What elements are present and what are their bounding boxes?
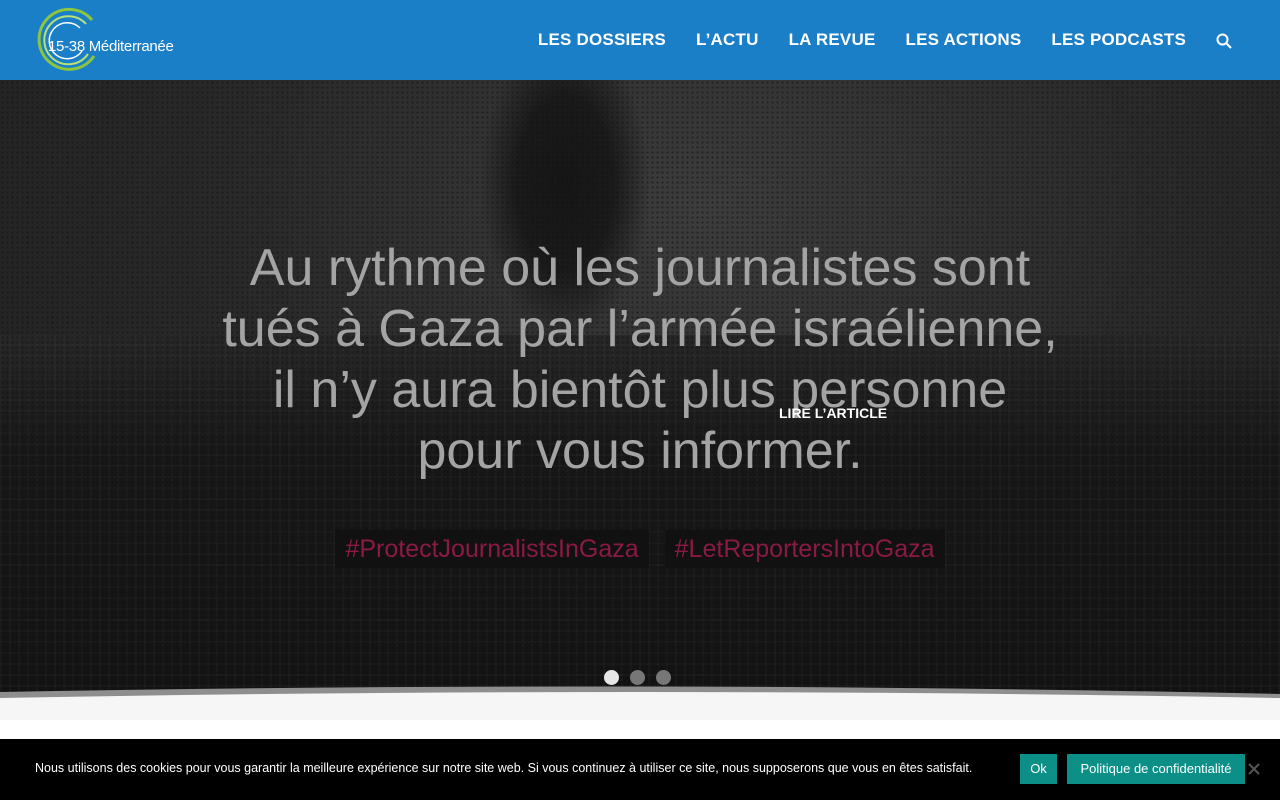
cookie-message: Nous utilisons des cookies pour vous gar…	[35, 761, 973, 775]
hero-hashtags: #ProtectJournalistsInGaza #LetReportersI…	[0, 530, 1280, 568]
hero-headline: Au rythme où les journalistes sont tués …	[180, 238, 1100, 482]
site-logo[interactable]: 15-38 Méditerranée	[34, 6, 224, 74]
hashtag-let-reporters: #LetReportersIntoGaza	[664, 530, 945, 568]
headline-line: il n’y aura bientôt plus personne	[272, 361, 1008, 419]
close-icon[interactable]	[1248, 762, 1260, 775]
read-article-link[interactable]: LIRE L’ARTICLE	[779, 405, 887, 421]
main-nav: LES DOSSIERS L’ACTU LA REVUE LES ACTIONS…	[508, 0, 1232, 80]
cookie-consent-bar: Nous utilisons des cookies pour vous gar…	[0, 739, 1280, 800]
cookie-ok-button[interactable]: Ok	[1020, 754, 1057, 784]
nav-item-actions[interactable]: LES ACTIONS	[906, 30, 1022, 50]
hero-slider: Au rythme où les journalistes sont tués …	[0, 80, 1280, 720]
headline-line: tués à Gaza par l’armée israélienne,	[222, 300, 1058, 358]
logo-text: 15-38 Méditerranée	[48, 38, 174, 55]
headline-line: Au rythme où les journalistes sont	[249, 239, 1031, 297]
nav-item-revue[interactable]: LA REVUE	[789, 30, 876, 50]
nav-item-dossiers[interactable]: LES DOSSIERS	[538, 30, 666, 50]
search-icon[interactable]	[1216, 33, 1232, 49]
nav-item-podcasts[interactable]: LES PODCASTS	[1051, 30, 1186, 50]
site-header: 15-38 Méditerranée LES DOSSIERS L’ACTU L…	[0, 0, 1280, 80]
hero-bottom-wave	[0, 686, 1280, 720]
privacy-policy-button[interactable]: Politique de confidentialité	[1067, 754, 1245, 784]
nav-item-actu[interactable]: L’ACTU	[696, 30, 759, 50]
headline-line: pour vous informer.	[417, 422, 863, 480]
hashtag-protect-journalists: #ProtectJournalistsInGaza	[335, 530, 649, 568]
